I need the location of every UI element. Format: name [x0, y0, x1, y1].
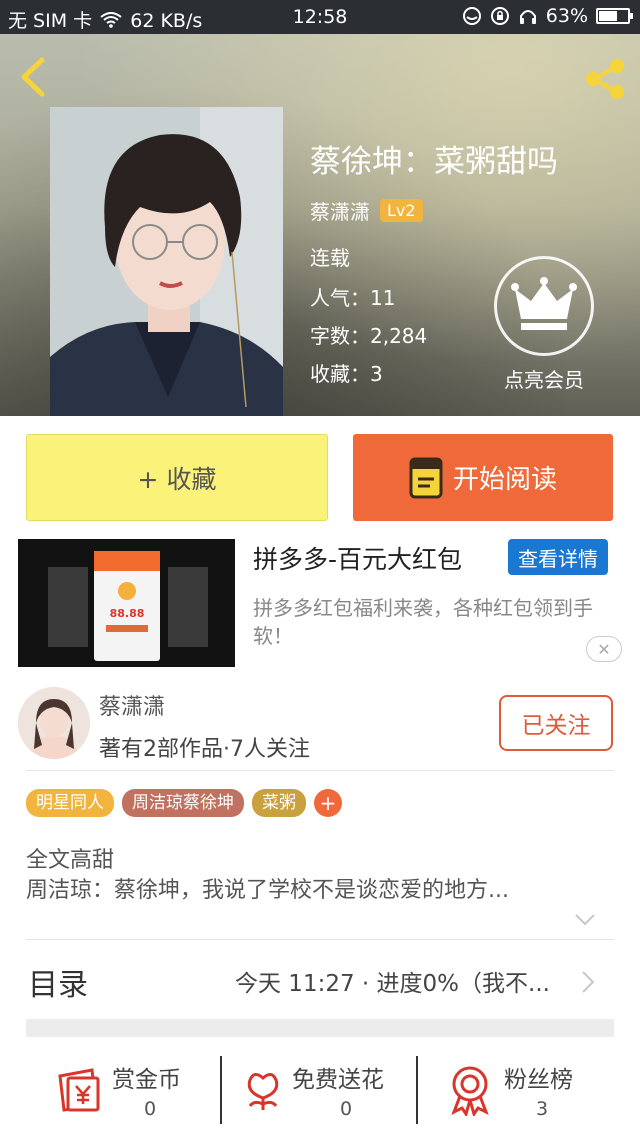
- section-spacer: [26, 1019, 614, 1037]
- flower-icon: [247, 1073, 279, 1110]
- share-icon[interactable]: [580, 54, 630, 104]
- ad-title[interactable]: 拼多多-百元大红包: [253, 540, 462, 576]
- author-card-meta: 著有2部作品·7人关注: [99, 737, 310, 762]
- crown-icon: [511, 277, 577, 330]
- add-tag-button[interactable]: +: [314, 789, 342, 817]
- back-arrow-icon[interactable]: [14, 54, 54, 100]
- word-count: 字数：2,284: [310, 324, 428, 348]
- bottom-count: 0: [340, 1098, 353, 1120]
- reward-coin-button[interactable]: 赏金币 0: [56, 1056, 206, 1128]
- member-label[interactable]: 点亮会员: [486, 364, 602, 393]
- ad-description: 拼多多红包福利来袭，各种红包领到手软！: [253, 596, 593, 648]
- ad-thumbnail[interactable]: 88.88: [18, 539, 235, 667]
- eye-comfort-icon: [462, 7, 481, 25]
- reward-coin-icon: [58, 1068, 100, 1112]
- divider: [220, 1056, 222, 1124]
- ad-thumb-amount: 88.88: [110, 607, 145, 620]
- summary-line: 周洁琼：蔡徐坤，我说了学校不是谈恋爱的地方...: [26, 878, 509, 903]
- avatar[interactable]: [18, 687, 90, 759]
- ad-close-button[interactable]: ✕: [586, 636, 622, 662]
- tag-item[interactable]: 菜粥: [252, 789, 306, 817]
- tag-item[interactable]: 周洁琼蔡徐坤: [122, 789, 244, 817]
- toc-progress[interactable]: 今天 11:27 · 进度0%（我不...: [235, 964, 567, 998]
- book-icon: [409, 457, 443, 498]
- level-badge: Lv2: [380, 199, 423, 222]
- bottom-label: 粉丝榜: [504, 1067, 573, 1093]
- serial-status: 连载: [310, 246, 350, 270]
- bottom-label: 免费送花: [292, 1067, 384, 1093]
- bottom-count: 0: [144, 1098, 157, 1120]
- collection-count: 收藏：3: [310, 362, 383, 386]
- start-reading-button[interactable]: 开始阅读: [353, 434, 613, 521]
- chevron-down-icon[interactable]: [574, 913, 596, 927]
- tag-item[interactable]: 明星同人: [26, 789, 114, 817]
- battery-icon: [596, 8, 633, 24]
- fan-ranking-button[interactable]: 粉丝榜 3: [448, 1056, 598, 1128]
- member-button[interactable]: [494, 256, 594, 356]
- start-reading-label: 开始阅读: [452, 465, 557, 495]
- divider: [416, 1056, 418, 1124]
- collect-button[interactable]: + 收藏: [26, 434, 328, 521]
- summary-line: 全文高甜: [26, 848, 115, 873]
- book-summary: 全文高甜 周洁琼：蔡徐坤，我说了学校不是谈恋爱的地方...: [26, 846, 586, 906]
- book-header: 蔡徐坤：菜粥甜吗 蔡潇潇 Lv2 连载 人气：11 字数：2,284 收藏：3 …: [0, 34, 640, 416]
- chevron-right-icon[interactable]: [580, 970, 596, 994]
- status-bar: 无 SIM 卡 62 KB/s 12:58 63%: [0, 0, 640, 34]
- medal-icon: [451, 1066, 489, 1116]
- view-details-button[interactable]: 查看详情: [508, 539, 608, 575]
- popularity-count: 人气：11: [310, 286, 396, 310]
- rotation-lock-icon: [490, 7, 509, 25]
- divider: [26, 939, 614, 940]
- author-card-name[interactable]: 蔡潇潇: [99, 689, 165, 721]
- bottom-count: 3: [536, 1098, 549, 1120]
- headphones-icon: [519, 10, 536, 24]
- send-flower-button[interactable]: 免费送花 0: [242, 1056, 412, 1128]
- tag-list: 明星同人 周洁琼蔡徐坤 菜粥 +: [26, 789, 342, 817]
- author-name[interactable]: 蔡潇潇: [310, 196, 370, 225]
- following-button[interactable]: 已关注: [499, 695, 613, 751]
- book-title: 蔡徐坤：菜粥甜吗: [310, 144, 558, 180]
- bottom-label: 赏金币: [112, 1067, 181, 1093]
- battery-percent: 63%: [545, 5, 588, 27]
- toc-title[interactable]: 目录: [28, 960, 88, 1004]
- divider: [26, 770, 614, 771]
- cover-portrait: [50, 107, 283, 416]
- book-cover[interactable]: [50, 107, 283, 416]
